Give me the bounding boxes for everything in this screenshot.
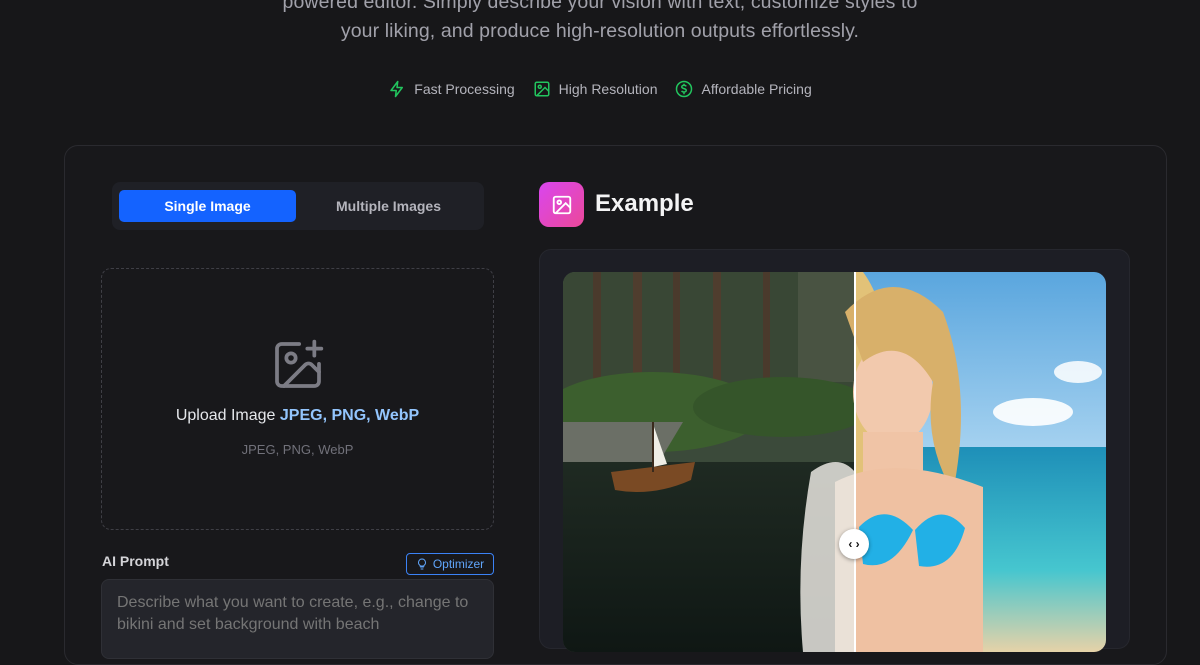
hero-description: powered editor. Simply describe your vis… (0, 0, 1200, 46)
ai-prompt-label: AI Prompt (102, 553, 169, 569)
tab-multiple-images[interactable]: Multiple Images (300, 190, 477, 222)
optimizer-button[interactable]: Optimizer (406, 553, 494, 575)
upload-formats-sub: JPEG, PNG, WebP (241, 442, 354, 457)
tab-single-image[interactable]: Single Image (119, 190, 296, 222)
image-icon (552, 195, 571, 214)
lightning-icon (390, 80, 404, 98)
comparison-divider (854, 272, 856, 652)
upload-title-text: Upload Image (175, 407, 276, 424)
feature-label: High Resolution (558, 81, 658, 97)
optimizer-label: Optimizer (432, 557, 485, 571)
comparison-image (563, 272, 1106, 652)
dollar-circle-icon (676, 80, 693, 98)
hero-description-line-2: your liking, and produce high-resolution… (340, 20, 860, 42)
before-after-comparison[interactable] (563, 272, 1106, 652)
feature-list: Fast Processing High Resolution Affordab… (0, 80, 1200, 98)
feature-affordable-pricing: Affordable Pricing (675, 80, 812, 98)
upload-dropzone[interactable]: Upload Image JPEG, PNG, WebP JPEG, PNG, … (101, 268, 494, 530)
feature-fast-processing: Fast Processing (388, 80, 515, 98)
image-mode-tabs: Single Image Multiple Images (112, 182, 484, 230)
example-badge (539, 182, 584, 227)
feature-label: Affordable Pricing (701, 81, 812, 97)
comparison-slider-handle[interactable]: ‹ › (839, 529, 869, 559)
ai-prompt-input[interactable] (101, 579, 494, 659)
image-plus-icon (274, 339, 323, 388)
image-icon (534, 81, 550, 97)
feature-high-resolution: High Resolution (533, 80, 658, 98)
hero-description-line-1: powered editor. Simply describe your vis… (282, 0, 918, 13)
upload-formats-highlight: JPEG, PNG, WebP (279, 407, 420, 424)
feature-label: Fast Processing (414, 81, 515, 97)
after-image (835, 272, 1106, 652)
example-title: Example (595, 190, 694, 217)
lightbulb-icon (417, 558, 426, 570)
upload-title: Upload Image JPEG, PNG, WebP (176, 407, 419, 425)
